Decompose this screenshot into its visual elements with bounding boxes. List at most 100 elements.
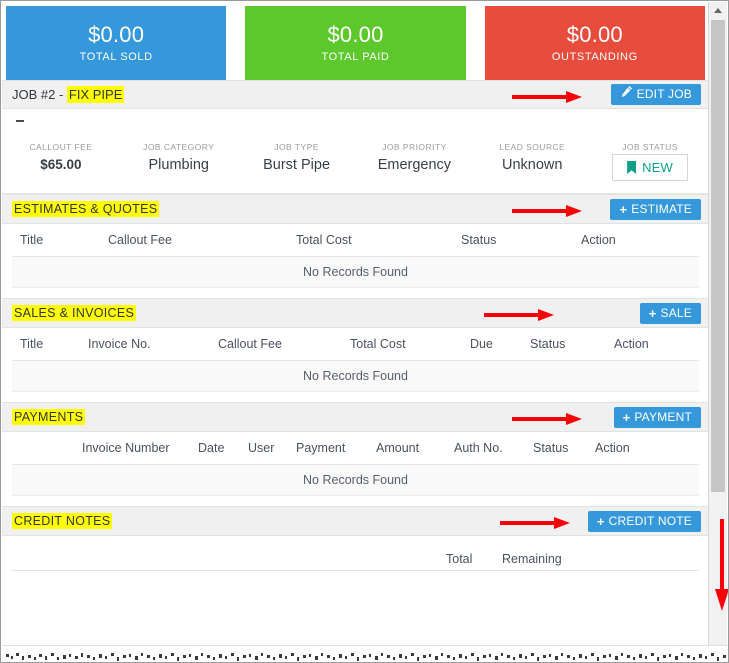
kpi-label: OUTSTANDING <box>551 51 638 63</box>
section-title: ESTIMATES & QUOTES <box>12 201 160 217</box>
col-callout-fee: Callout Fee <box>218 337 282 351</box>
annotation-arrow-estimate <box>512 205 586 217</box>
edit-job-button[interactable]: EDIT JOB <box>610 84 701 105</box>
add-estimate-label: ESTIMATE <box>631 201 692 216</box>
job-field-list: CALLOUT FEE $65.00 JOB CATEGORY Plumbing… <box>2 141 709 181</box>
col-action: Action <box>595 441 630 455</box>
job-field-job-type: JOB TYPE Burst Pipe <box>238 141 356 181</box>
add-sale-button[interactable]: + SALE <box>639 302 701 324</box>
arrow-shaft <box>512 417 570 421</box>
annotation-arrow-credit-note <box>500 517 574 529</box>
scroll-up-button[interactable] <box>709 2 727 19</box>
col-total-cost: Total Cost <box>350 337 406 351</box>
arrow-head <box>554 517 570 529</box>
col-user: User <box>248 441 275 455</box>
col-status: Status <box>533 441 569 455</box>
browser-content-frame: $0.00 TOTAL SOLD $0.00 TOTAL PAID $0.00 … <box>0 0 729 663</box>
kpi-label: TOTAL SOLD <box>79 51 153 63</box>
col-date: Date <box>198 441 225 455</box>
job-field-lead-source: LEAD SOURCE Unknown <box>473 141 591 181</box>
arrow-head <box>566 205 582 217</box>
scrollbar-thumb[interactable] <box>711 20 725 492</box>
field-label: JOB CATEGORY <box>143 142 215 152</box>
arrow-shaft <box>500 521 558 525</box>
field-value: Unknown <box>502 157 563 173</box>
sales-table: Title Invoice No. Callout Fee Total Cost… <box>2 328 709 392</box>
section-bar-payments: PAYMENTS + PAYMENT <box>2 402 709 432</box>
payments-table: Invoice Number Date User Payment Amount … <box>2 432 709 496</box>
field-value: Plumbing <box>148 157 209 173</box>
job-number: JOB #2 - <box>12 87 67 102</box>
annotation-arrow-edit-job <box>512 91 586 103</box>
status-badge-label: NEW <box>642 160 674 175</box>
col-auth-no: Auth No. <box>454 441 503 455</box>
field-label: JOB TYPE <box>274 142 319 152</box>
arrow-shaft <box>484 313 542 317</box>
bookmark-icon <box>627 161 637 174</box>
section-bar-estimates: ESTIMATES & QUOTES + ESTIMATE <box>2 194 709 224</box>
kpi-card-outstanding: $0.00 OUTSTANDING <box>484 6 705 80</box>
section-bar-sales: SALES & INVOICES + SALE <box>2 298 709 328</box>
col-total-cost: Total Cost <box>296 233 352 247</box>
plus-icon: + <box>619 201 628 217</box>
field-value: Burst Pipe <box>263 157 331 173</box>
col-total: Total <box>446 552 473 566</box>
kpi-card-total-paid: $0.00 TOTAL PAID <box>245 6 466 80</box>
section-title: SALES & INVOICES <box>12 305 137 321</box>
status-badge[interactable]: NEW <box>612 154 689 181</box>
add-estimate-button[interactable]: + ESTIMATE <box>610 198 701 220</box>
collapse-toggle-dash[interactable] <box>16 120 24 122</box>
section-bar-credit-notes: CREDIT NOTES + CREDIT NOTE <box>2 506 709 536</box>
kpi-amount: $0.00 <box>327 22 384 47</box>
annotation-arrow-sale <box>484 309 558 321</box>
add-sale-label: SALE <box>660 305 692 320</box>
col-invoice-no: Invoice No. <box>88 337 151 351</box>
job-header-bar: JOB #2 - FIX PIPE EDIT JOB <box>2 80 709 109</box>
job-name: FIX PIPE <box>66 86 125 103</box>
col-due: Due <box>470 337 493 351</box>
col-amount: Amount <box>376 441 420 455</box>
col-action: Action <box>581 233 616 247</box>
kpi-label: TOTAL PAID <box>321 51 390 63</box>
field-value: $65.00 <box>40 157 82 172</box>
add-payment-label: PAYMENT <box>634 409 692 424</box>
field-label: LEAD SOURCE <box>499 142 566 152</box>
plus-icon: + <box>622 409 631 425</box>
col-remaining: Remaining <box>502 552 562 566</box>
page-title: JOB #2 - FIX PIPE <box>12 86 125 103</box>
empty-state-row: No Records Found <box>12 257 699 288</box>
arrow-head <box>538 309 554 321</box>
empty-state-row: No Records Found <box>12 465 699 496</box>
field-label: JOB STATUS <box>622 142 678 152</box>
job-detail-panel: CALLOUT FEE $65.00 JOB CATEGORY Plumbing… <box>2 109 709 194</box>
table-header-row: Title Callout Fee Total Cost Status Acti… <box>12 224 699 257</box>
pencil-icon <box>620 84 633 105</box>
col-status: Status <box>530 337 566 351</box>
section-title: CREDIT NOTES <box>12 513 113 529</box>
job-field-job-priority: JOB PRIORITY Emergency <box>355 141 473 181</box>
table-header-row: Total Remaining <box>12 536 699 571</box>
table-header-row: Invoice Number Date User Payment Amount … <box>12 432 699 465</box>
credit-notes-table: Total Remaining <box>2 536 709 571</box>
scroll-viewport[interactable]: $0.00 TOTAL SOLD $0.00 TOTAL PAID $0.00 … <box>2 2 709 662</box>
estimates-table: Title Callout Fee Total Cost Status Acti… <box>2 224 709 288</box>
section-gap <box>2 288 709 298</box>
arrow-head <box>566 413 582 425</box>
plus-icon: + <box>648 305 657 321</box>
field-value: Emergency <box>377 157 452 173</box>
col-title: Title <box>20 233 44 247</box>
kpi-amount: $0.00 <box>88 22 145 47</box>
section-title: PAYMENTS <box>12 409 86 425</box>
job-field-callout-fee: CALLOUT FEE $65.00 <box>2 141 120 181</box>
arrow-shaft <box>512 95 570 99</box>
vertical-scrollbar[interactable] <box>708 2 727 662</box>
kpi-summary-row: $0.00 TOTAL SOLD $0.00 TOTAL PAID $0.00 … <box>2 2 709 80</box>
add-credit-note-button[interactable]: + CREDIT NOTE <box>587 510 701 532</box>
add-payment-button[interactable]: + PAYMENT <box>613 406 701 428</box>
annotation-arrow-payment <box>512 413 586 425</box>
table-header-row: Title Invoice No. Callout Fee Total Cost… <box>12 328 699 361</box>
kpi-card-total-sold: $0.00 TOTAL SOLD <box>6 6 227 80</box>
col-callout-fee: Callout Fee <box>108 233 172 247</box>
add-credit-note-label: CREDIT NOTE <box>608 513 692 528</box>
col-status: Status <box>461 233 497 247</box>
